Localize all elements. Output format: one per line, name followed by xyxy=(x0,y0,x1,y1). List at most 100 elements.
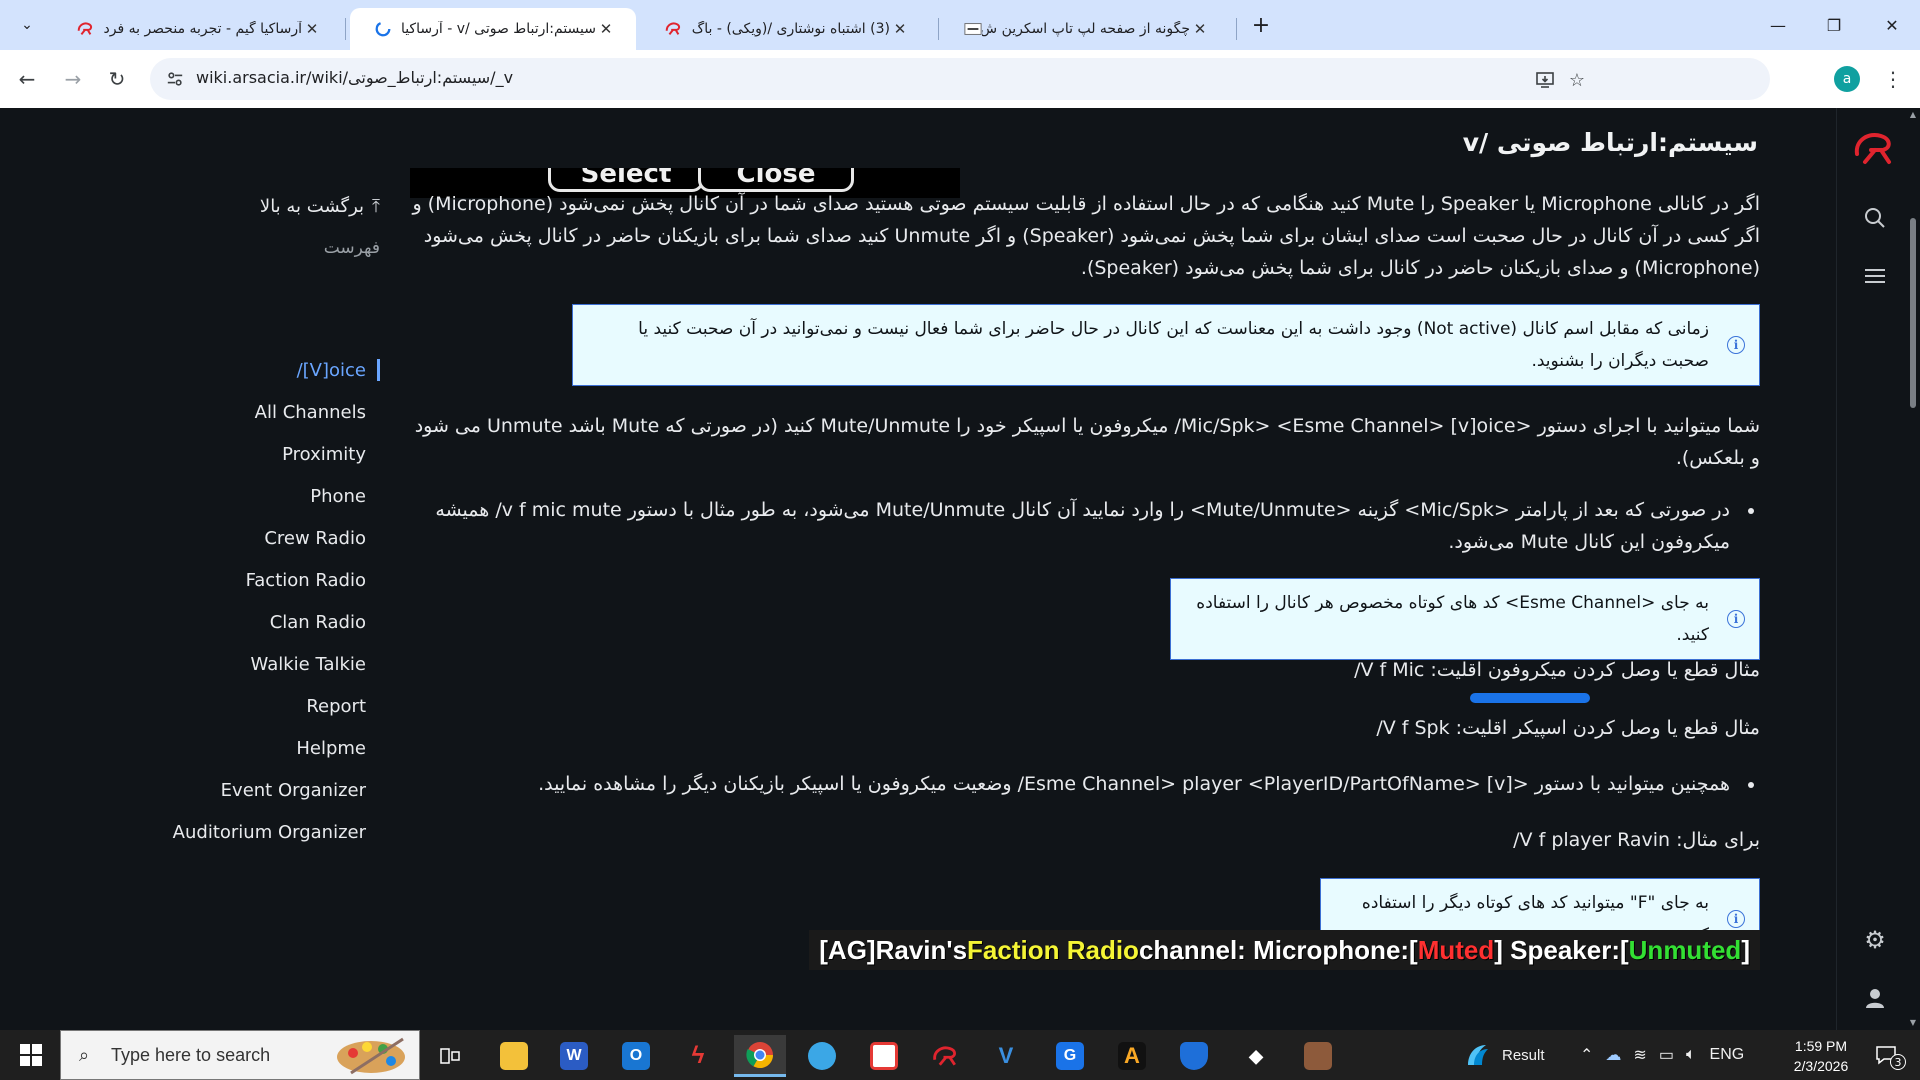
close-tab-icon[interactable]: ✕ xyxy=(890,20,910,38)
tab-search-button[interactable]: ⌄ xyxy=(12,10,42,40)
restore-icon: ❐ xyxy=(1826,15,1842,35)
back-button[interactable]: ← xyxy=(12,64,42,94)
taskbar-word[interactable]: W xyxy=(548,1035,600,1077)
game-chat-screenshot: [AG]Ravin's Faction Radio channel: Micro… xyxy=(809,930,1760,970)
intro-text: اگر در کانالی Microphone یا Speaker را M… xyxy=(412,193,1760,279)
taskbar-arsacia[interactable] xyxy=(920,1035,972,1077)
browser-menu-button[interactable]: ⋮ xyxy=(1880,64,1906,94)
windows-logo-icon xyxy=(32,1056,42,1066)
toc-item-clan-radio[interactable]: Clan Radio xyxy=(270,612,366,633)
toc-item-voice[interactable]: /[V]oice xyxy=(297,360,366,381)
toc-item-phone[interactable]: Phone xyxy=(310,486,366,507)
close-tab-icon[interactable]: ✕ xyxy=(302,20,322,38)
app-v-icon: V xyxy=(998,1043,1014,1068)
taskbar-anydesk[interactable]: ϟ xyxy=(672,1035,724,1077)
loading-icon xyxy=(374,20,392,38)
list-item: همچنین میتوانید با دستور <Esme Channel> … xyxy=(410,768,1760,800)
close-window-button[interactable]: ✕ xyxy=(1864,0,1920,50)
weather-text: Result xyxy=(1502,1046,1545,1064)
taskbar-file-explorer[interactable] xyxy=(488,1035,540,1077)
game-line-muted: Muted xyxy=(1417,934,1495,965)
arrow-right-icon: → xyxy=(64,67,82,91)
search-icon: ⌕ xyxy=(79,1045,90,1066)
taskbar-clock[interactable]: 1:59 PM 2/3/2026 xyxy=(1776,1036,1866,1076)
back-to-top-link[interactable]: ⤒ برگشت به بالا xyxy=(260,196,380,217)
page-icon xyxy=(964,20,982,38)
wifi-icon[interactable]: ≋ xyxy=(1633,1045,1646,1065)
tab-laptop-screenshot[interactable]: چگونه از صفحه لپ تاپ اسکرین ش ✕ xyxy=(940,8,1230,50)
tab-typo-bug[interactable]: (3) اشتباه نوشتاری /(ویکی) - باگ ✕ xyxy=(640,8,930,50)
new-tab-button[interactable]: + xyxy=(1246,10,1276,40)
reload-button[interactable]: ↻ xyxy=(102,64,132,94)
scroll-up-icon[interactable]: ▲ xyxy=(1908,110,1918,120)
tab-title: (3) اشتباه نوشتاری /(ویکی) - باگ xyxy=(691,21,890,37)
language-indicator[interactable]: ENG xyxy=(1710,1046,1745,1064)
windows-logo-icon xyxy=(20,1056,30,1066)
taskbar-app-v[interactable]: V xyxy=(980,1035,1032,1077)
taskbar-outlook[interactable]: O xyxy=(610,1035,662,1077)
scroll-thumb[interactable] xyxy=(1910,218,1916,408)
cloud-sync-icon[interactable]: ☁ xyxy=(1605,1045,1621,1065)
example-text: مثال قطع یا وصل کردن میکروفون اقلیت: V f… xyxy=(1354,659,1760,681)
chevron-up-icon[interactable]: ⌃ xyxy=(1580,1045,1593,1065)
close-tab-icon[interactable]: ✕ xyxy=(596,20,616,38)
taskbar-app-colors[interactable] xyxy=(858,1035,910,1077)
example-mic: مثال قطع یا وصل کردن میکروفون اقلیت: V f… xyxy=(1354,654,1760,686)
game-line-part: [AG]Ravin's xyxy=(819,934,968,965)
tab-title: آرساکیا گیم - تجربه منحصر به فرد xyxy=(103,21,302,37)
install-app-icon[interactable] xyxy=(1532,67,1558,93)
bullet-dot xyxy=(1748,782,1754,788)
toc-item-walkie-talkie[interactable]: Walkie Talkie xyxy=(251,654,366,675)
toc-item-auditorium-organizer[interactable]: Auditorium Organizer xyxy=(173,822,366,843)
page-scrollbar[interactable]: ▲ ▼ xyxy=(1906,108,1920,1030)
close-tab-icon[interactable]: ✕ xyxy=(1190,20,1210,38)
taskbar-app-diamond[interactable]: ◆ xyxy=(1230,1035,1282,1077)
toc-item-crew-radio[interactable]: Crew Radio xyxy=(264,528,366,549)
toc-item-report[interactable]: Report xyxy=(306,696,366,717)
taskbar-app-a[interactable]: A xyxy=(1106,1035,1158,1077)
intro-paragraph: اگر در کانالی Microphone یا Speaker را M… xyxy=(410,188,1760,284)
gear-icon[interactable]: ⚙ xyxy=(1859,924,1891,956)
bookmark-star-icon[interactable]: ☆ xyxy=(1564,67,1590,93)
system-tray: ⌃ ☁ ≋ ▭ 🔈︎ ENG xyxy=(1580,1030,1744,1080)
hamburger-menu-icon[interactable] xyxy=(1859,260,1891,292)
tab-title: سیستم:ارتباط صوتی /v - آرساکیا xyxy=(400,21,596,37)
scroll-down-icon[interactable]: ▼ xyxy=(1908,1018,1918,1028)
volume-icon[interactable]: 🔈︎ xyxy=(1686,1046,1696,1064)
url-text[interactable]: wiki.arsacia.ir/wiki/سیستم:ارتباط_صوتی/_… xyxy=(196,68,513,87)
toc-item-helpme[interactable]: Helpme xyxy=(296,738,366,759)
battery-icon[interactable]: ▭ xyxy=(1659,1045,1674,1065)
toc-item-proximity[interactable]: Proximity xyxy=(282,444,366,465)
command-paragraph: شما میتوانید با اجرای دستور <Mic/Spk> <E… xyxy=(410,410,1760,474)
profile-avatar[interactable]: a xyxy=(1834,66,1860,92)
forward-button[interactable]: → xyxy=(58,64,88,94)
word-icon: W xyxy=(560,1042,588,1070)
more-vert-icon: ⋮ xyxy=(1883,67,1903,91)
start-button[interactable] xyxy=(10,1040,50,1070)
taskbar-chrome[interactable] xyxy=(734,1035,786,1077)
search-icon[interactable] xyxy=(1859,202,1891,234)
toc-item-all-channels[interactable]: All Channels xyxy=(255,402,366,423)
tab-voice-system[interactable]: سیستم:ارتباط صوتی /v - آرساکیا ✕ xyxy=(350,8,636,50)
taskbar-app-photo[interactable] xyxy=(1292,1035,1344,1077)
article-content: Select Close اگر در کانالی Microphone یا… xyxy=(410,108,1760,1030)
taskbar-search[interactable]: ⌕ Type here to search xyxy=(60,1030,420,1080)
notification-count-badge: 3 xyxy=(1890,1054,1906,1070)
game-line-unmuted: Unmuted xyxy=(1628,934,1742,965)
weather-widget[interactable]: Result xyxy=(1462,1030,1545,1080)
user-icon[interactable] xyxy=(1859,982,1891,1014)
task-view-button[interactable] xyxy=(424,1035,476,1077)
restore-button[interactable]: ❐ xyxy=(1806,0,1862,50)
taskbar-app-blue[interactable] xyxy=(796,1035,848,1077)
minimize-button[interactable]: — xyxy=(1750,0,1806,50)
address-bar[interactable]: wiki.arsacia.ir/wiki/سیستم:ارتباط_صوتی/_… xyxy=(150,58,1770,100)
toc-item-event-organizer[interactable]: Event Organizer xyxy=(221,780,366,801)
arsacia-logo-icon[interactable] xyxy=(1851,128,1899,168)
taskbar-app-g[interactable]: G xyxy=(1044,1035,1096,1077)
toc-item-faction-radio[interactable]: Faction Radio xyxy=(246,570,366,591)
arsacia-logo-icon xyxy=(664,20,682,38)
tab-arsacia-game[interactable]: آرساکیا گیم - تجربه منحصر به فرد ✕ xyxy=(52,8,342,50)
taskbar-app-shield[interactable] xyxy=(1168,1035,1220,1077)
notification-center-button[interactable]: 3 xyxy=(1866,1040,1906,1070)
site-settings-icon[interactable] xyxy=(162,66,188,92)
